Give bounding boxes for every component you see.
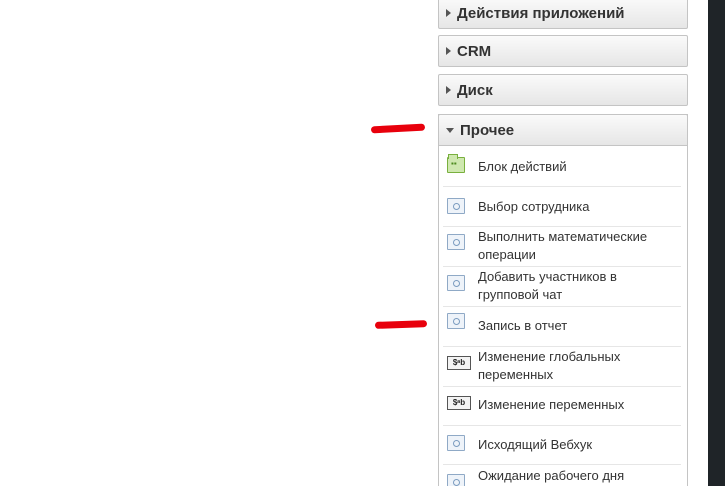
background-window-edge	[708, 0, 725, 486]
collapsed-arrow-icon	[446, 47, 451, 55]
section-header-app-actions[interactable]: Действия приложений	[438, 0, 688, 29]
section-header-crm[interactable]: CRM	[438, 35, 688, 67]
section-title: CRM	[457, 42, 492, 60]
activity-icon	[447, 313, 465, 329]
list-item[interactable]: Выполнить математические операции	[443, 227, 681, 267]
section-title: Действия приложений	[457, 4, 625, 22]
item-label: Добавить участников в групповой чат	[478, 269, 617, 302]
list-item[interactable]: Выбор сотрудника	[443, 187, 681, 227]
collapsed-arrow-icon	[446, 86, 451, 94]
section-header-disk[interactable]: Диск	[438, 74, 688, 106]
list-item[interactable]: $ᵃb Изменение переменных	[443, 387, 681, 426]
activity-icon	[447, 234, 465, 250]
item-label: Ожидание рабочего дня	[478, 468, 625, 483]
list-item[interactable]: Добавить участников в групповой чат	[443, 267, 681, 307]
list-item[interactable]: Блок действий	[443, 149, 681, 187]
variables-icon: $ᵃb	[447, 396, 471, 410]
activity-icon	[447, 198, 465, 214]
item-label: Исходящий Вебхук	[478, 437, 593, 452]
expanded-arrow-icon	[446, 127, 454, 133]
activity-icon	[447, 275, 465, 291]
variables-icon: $ᵃb	[447, 356, 471, 370]
item-label: Запись в отчет	[478, 318, 568, 333]
section-title: Прочее	[460, 121, 515, 139]
section-header-other[interactable]: Прочее	[438, 114, 688, 146]
collapsed-arrow-icon	[446, 9, 451, 17]
item-label: Изменение глобальных переменных	[478, 349, 621, 382]
item-label: Выбор сотрудника	[478, 199, 590, 214]
item-label: Изменение переменных	[478, 397, 625, 412]
list-item[interactable]: Ожидание рабочего дня	[443, 465, 681, 486]
activity-icon	[447, 435, 465, 451]
section-title: Диск	[457, 81, 493, 99]
list-item[interactable]: Исходящий Вебхук	[443, 426, 681, 465]
annotation-mark	[370, 123, 426, 134]
list-item[interactable]: Запись в отчет	[443, 307, 681, 347]
item-label: Выполнить математические операции	[478, 229, 648, 262]
list-item[interactable]: $ᵃb Изменение глобальных переменных	[443, 347, 681, 387]
activity-icon	[447, 474, 465, 486]
folder-icon	[447, 154, 465, 173]
item-label: Блок действий	[478, 159, 567, 174]
section-other-panel: Прочее Блок действий Выбор сотрудника Вы…	[438, 114, 688, 486]
annotation-mark	[374, 320, 428, 329]
